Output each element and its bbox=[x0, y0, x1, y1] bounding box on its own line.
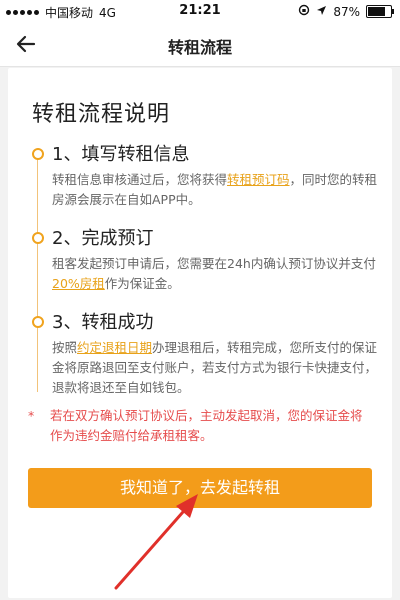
step-text: 租客发起预订申请后，您需要在24h内确认预订协议并支付 bbox=[52, 256, 376, 271]
step-description: 按照约定退租日期办理退租后，转租完成，您所支付的保证金将原路退回至支付账户，若支… bbox=[52, 338, 378, 398]
page-title: 转租流程 bbox=[167, 38, 232, 57]
step-title: 3、转租成功 bbox=[52, 312, 154, 333]
annotation-arrow-icon bbox=[114, 494, 198, 590]
timeline-line bbox=[37, 152, 38, 392]
step-text: 作为保证金。 bbox=[104, 276, 180, 291]
booking-code-link[interactable]: 转租预订码 bbox=[227, 172, 290, 187]
step-title: 1、填写转租信息 bbox=[52, 144, 190, 165]
timeline-dot-icon bbox=[32, 148, 44, 160]
warning-note: * 若在双方确认预订协议后，主动发起取消，您的保证金将作为违约金赔付给承租租客。 bbox=[28, 406, 368, 446]
move-out-date-link[interactable]: 约定退租日期 bbox=[77, 340, 152, 355]
section-title: 转租流程说明 bbox=[32, 102, 171, 127]
status-bar: 中国移动 4G 21:21 87% bbox=[0, 0, 400, 22]
status-right: 87% bbox=[298, 4, 394, 19]
rotation-lock-icon bbox=[298, 4, 310, 19]
nav-bar: 转租流程 bbox=[0, 22, 400, 67]
step-description: 转租信息审核通过后，您将获得转租预订码，同时您的转租房源会展示在自如APP中。 bbox=[52, 170, 378, 210]
step-text: 按照 bbox=[52, 340, 78, 355]
battery-icon bbox=[366, 5, 394, 18]
step-description: 租客发起预订申请后，您需要在24h内确认预订协议并支付 20%房租作为保证金。 bbox=[52, 254, 378, 294]
step-title: 2、完成预订 bbox=[52, 228, 154, 249]
warning-text: 若在双方确认预订协议后，主动发起取消，您的保证金将作为违约金赔付给承租租客。 bbox=[50, 408, 363, 443]
asterisk: * bbox=[28, 408, 35, 423]
battery-percent: 87% bbox=[333, 4, 360, 19]
timeline-dot-icon bbox=[32, 232, 44, 244]
step-text: 转租信息审核通过后，您将获得 bbox=[52, 172, 228, 187]
location-icon bbox=[316, 5, 327, 19]
deposit-rent-link[interactable]: 20%房租 bbox=[52, 276, 105, 291]
timeline-dot-icon bbox=[32, 316, 44, 328]
